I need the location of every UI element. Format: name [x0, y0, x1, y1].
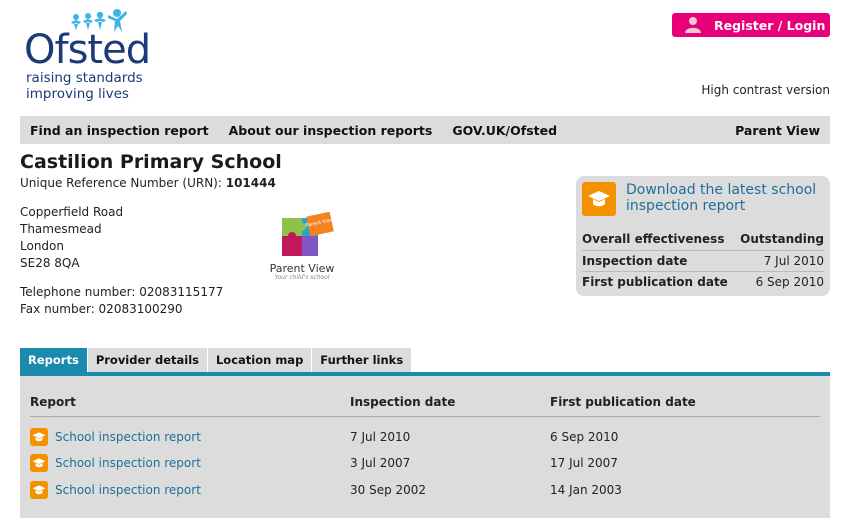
logo-wordmark: Ofsted	[24, 27, 151, 73]
graduation-cap-icon	[32, 432, 46, 441]
table-row: School inspection report 7 Jul 2010 6 Se…	[30, 416, 820, 449]
summary-value: Outstanding	[735, 229, 824, 251]
school-inspection-report-link[interactable]: School inspection report	[30, 453, 201, 472]
graduation-cap-icon	[588, 191, 610, 207]
report-icon	[30, 480, 48, 499]
table-row: School inspection report 3 Jul 2007 17 J…	[30, 449, 820, 476]
inspection-date-cell: 7 Jul 2010	[350, 429, 411, 444]
latest-inspection-summary: Overall effectiveness Outstanding Inspec…	[582, 229, 824, 292]
contact-numbers: Telephone number: 02083115177 Fax number…	[20, 284, 223, 318]
school-address: Copperfield Road Thamesmead London SE28 …	[20, 204, 123, 272]
report-icon	[30, 453, 48, 472]
fax-number: Fax number: 02083100290	[20, 302, 183, 316]
report-cell: School inspection report	[30, 449, 350, 476]
address-line: London	[20, 239, 64, 253]
address-line: SE28 8QA	[20, 256, 80, 270]
publication-date-cell: 14 Jan 2003	[550, 482, 622, 497]
ofsted-logo[interactable]: Ofsted raising standards improving lives	[24, 8, 164, 108]
report-icon	[582, 182, 616, 216]
tab-location-map[interactable]: Location map	[207, 348, 312, 372]
report-cell: School inspection report	[30, 476, 350, 503]
telephone-number: Telephone number: 02083115177	[20, 285, 224, 299]
nav-find-inspection-report[interactable]: Find an inspection report	[20, 123, 219, 138]
tab-bar: Reports Provider details Location map Fu…	[20, 348, 412, 372]
reports-table: Report Inspection date First publication…	[30, 392, 820, 503]
summary-value: 6 Sep 2010	[755, 274, 824, 289]
urn-line: Unique Reference Number (URN): 101444	[20, 176, 276, 190]
nav-about-inspection-reports[interactable]: About our inspection reports	[219, 123, 443, 138]
tab-further-links[interactable]: Further links	[312, 348, 412, 372]
register-login-button[interactable]: Register / Login	[672, 13, 830, 37]
nav-gov-uk-ofsted[interactable]: GOV.UK/Ofsted	[442, 123, 567, 138]
register-login-label: Register / Login	[714, 17, 826, 33]
summary-label: Overall effectiveness	[582, 229, 736, 251]
tagline-line-2: improving lives	[26, 86, 129, 102]
parent-view-subtitle: Your child's school	[274, 274, 330, 281]
download-header: Download the latest school inspection re…	[582, 182, 824, 224]
reports-panel: Report Inspection date First publication…	[20, 376, 830, 518]
publication-date-cell: 17 Jul 2007	[550, 455, 618, 470]
inspection-date-cell: 30 Sep 2002	[350, 482, 427, 497]
summary-row: First publication date 6 Sep 2010	[582, 271, 824, 292]
school-inspection-report-link[interactable]: School inspection report	[30, 480, 201, 499]
urn-value: 101444	[225, 176, 276, 190]
summary-label: First publication date	[582, 274, 728, 289]
high-contrast-link[interactable]: High contrast version	[701, 83, 830, 97]
main-nav: Find an inspection report About our insp…	[20, 116, 830, 144]
publication-date-cell: 6 Sep 2010	[550, 429, 619, 444]
tab-provider-details[interactable]: Provider details	[87, 348, 207, 372]
download-latest-report-link[interactable]: Download the latest school inspection re…	[626, 182, 824, 214]
report-link-label: School inspection report	[55, 429, 201, 444]
report-cell: School inspection report	[30, 416, 350, 449]
summary-value: 7 Jul 2010	[735, 250, 824, 272]
tab-reports[interactable]: Reports	[20, 348, 87, 372]
graduation-cap-icon	[32, 484, 46, 494]
tagline-line-1: raising standards	[26, 70, 143, 86]
table-row: School inspection report 30 Sep 2002 14 …	[30, 476, 820, 503]
report-link-label: School inspection report	[55, 482, 201, 497]
school-inspection-report-link[interactable]: School inspection report	[30, 427, 201, 446]
download-latest-report-panel: Download the latest school inspection re…	[576, 176, 830, 296]
address-line: Thamesmead	[20, 222, 102, 236]
inspection-date-cell: 3 Jul 2007	[350, 455, 411, 470]
column-header-report: Report	[30, 392, 350, 417]
column-header-publication-date: First publication date	[550, 392, 820, 417]
column-header-inspection-date: Inspection date	[350, 392, 550, 417]
logo-tagline: raising standards improving lives	[26, 70, 143, 102]
summary-row: Inspection date 7 Jul 2010	[582, 250, 824, 272]
table-header-row: Report Inspection date First publication…	[30, 392, 820, 417]
graduation-cap-icon	[32, 457, 46, 467]
address-line: Copperfield Road	[20, 205, 124, 219]
nav-parent-view[interactable]: Parent View	[725, 123, 830, 138]
report-link-label: School inspection report	[55, 455, 201, 470]
school-name: Castilion Primary School	[20, 151, 282, 173]
summary-label: Inspection date	[582, 250, 736, 272]
person-icon	[685, 17, 701, 33]
summary-row: Overall effectiveness Outstanding	[582, 229, 824, 251]
report-icon	[30, 427, 48, 446]
urn-label: Unique Reference Number (URN):	[20, 176, 226, 190]
